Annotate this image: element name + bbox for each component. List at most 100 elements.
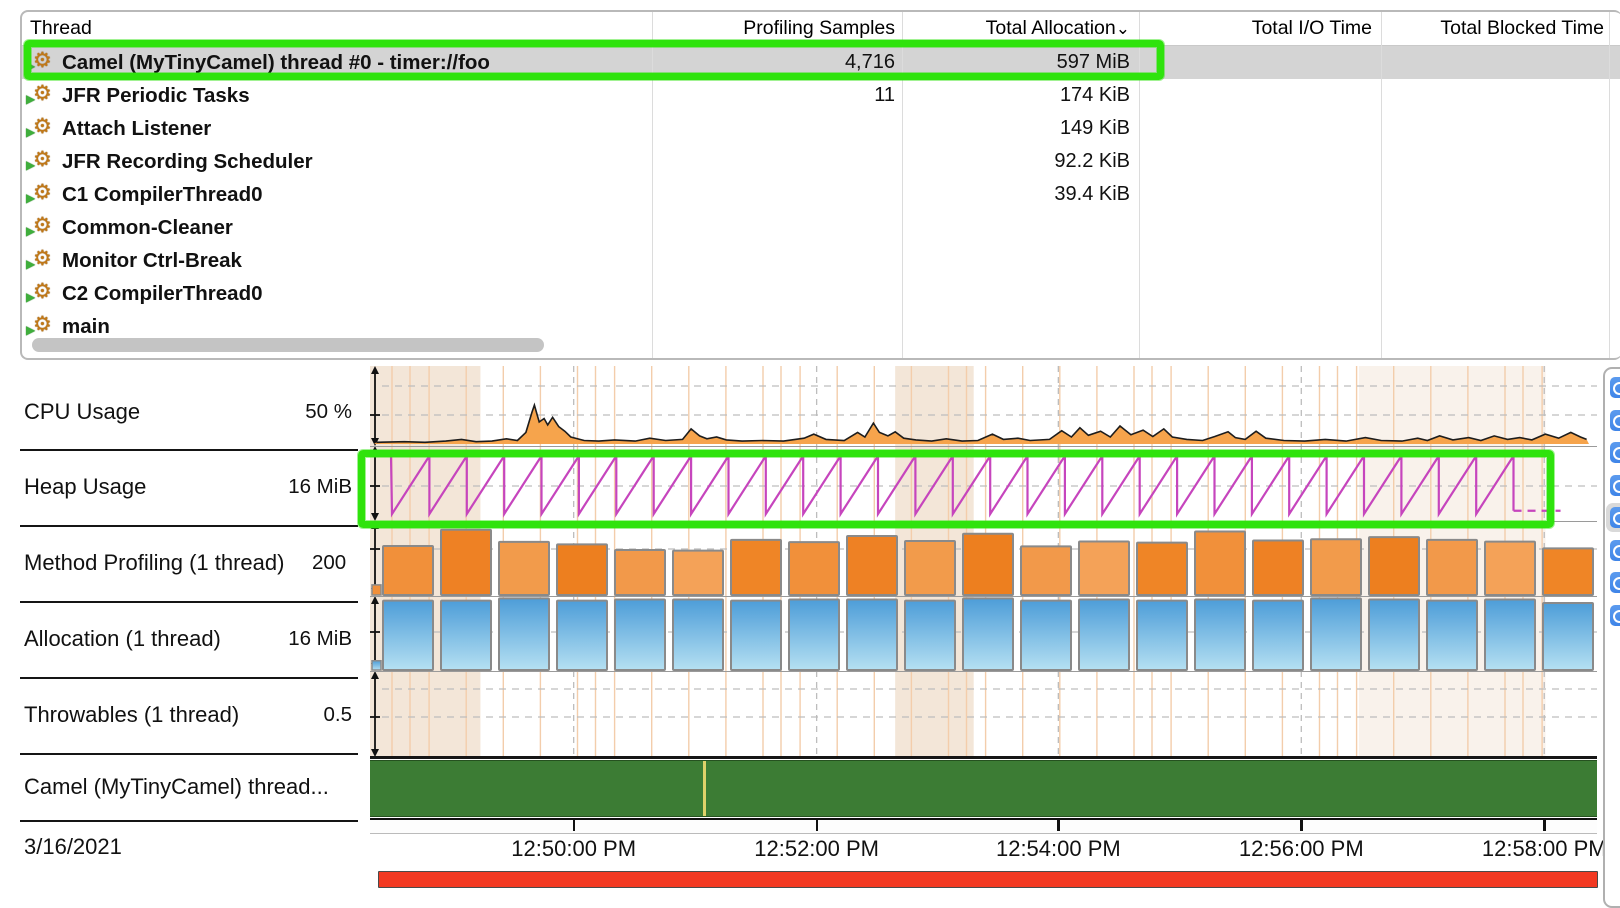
blocked-cell	[1304, 79, 1604, 112]
range-selector-bar[interactable]	[378, 871, 1598, 888]
chart-scale-label: 16 MiB	[288, 627, 352, 651]
thread-name: main	[62, 315, 110, 339]
thread-name: C2 CompilerThread0	[62, 282, 263, 306]
thread-event-marker	[703, 761, 706, 816]
blocked-cell	[1304, 46, 1604, 79]
gear-icon: ⚙	[33, 246, 52, 271]
time-axis-tick	[816, 820, 819, 831]
legend-button-icon	[1613, 447, 1620, 460]
legend-button[interactable]	[1610, 442, 1620, 463]
time-axis-tick	[1543, 820, 1546, 831]
time-axis-tick	[1300, 820, 1303, 831]
gear-icon: ⚙	[33, 213, 52, 238]
legend-button-icon	[1613, 512, 1620, 525]
thread-icon: ⚙▶	[30, 315, 54, 339]
horizontal-scrollbar[interactable]	[32, 338, 544, 352]
thread-name: Attach Listener	[62, 117, 211, 141]
thread-icon: ⚙▶	[30, 51, 54, 75]
thread-icon: ⚙▶	[30, 282, 54, 306]
thread-icon: ⚙▶	[30, 84, 54, 108]
thread-name: JFR Recording Scheduler	[62, 150, 313, 174]
column-header-label: Total Blocked Time	[1440, 17, 1604, 40]
thread-icon: ⚙▶	[30, 150, 54, 174]
thread-activity-bar[interactable]	[370, 760, 1597, 817]
legend-button[interactable]	[1610, 507, 1620, 528]
blocked-cell	[1304, 244, 1604, 277]
column-separator	[1139, 12, 1140, 358]
time-tick-label: 12:56:00 PM	[1239, 836, 1364, 862]
legend-button-icon	[1613, 577, 1620, 590]
thread-icon: ⚙▶	[30, 117, 54, 141]
chart-scale-label: 0.5	[324, 703, 353, 727]
column-separator	[1381, 12, 1382, 358]
legend-button-icon	[1613, 545, 1620, 558]
gear-icon: ⚙	[33, 81, 52, 106]
legend-button[interactable]	[1610, 475, 1620, 496]
chart-label-row-6: Camel (MyTinyCamel) thread...	[20, 753, 358, 822]
column-separator	[652, 12, 653, 358]
chart-label-row-2: Heap Usage16 MiB	[20, 449, 358, 527]
date-label: 3/16/2021	[24, 834, 122, 860]
chart-scale-label: 50 %	[305, 400, 352, 424]
running-state-icon: ▶	[26, 290, 35, 304]
chart-track-heap[interactable]	[370, 446, 1597, 521]
time-tick-label: 12:54:00 PM	[996, 836, 1121, 862]
column-separator	[1609, 12, 1610, 358]
chart-row-separator	[370, 446, 1597, 447]
time-axis-tick	[573, 820, 576, 831]
chart-label-row-4: Allocation (1 thread)16 MiB	[20, 601, 358, 679]
running-state-icon: ▶	[26, 59, 35, 73]
thread-name: Monitor Ctrl-Break	[62, 249, 242, 273]
thread-name-cell: ⚙▶ Attach Listener	[30, 112, 642, 145]
chart-row-label: Heap Usage	[24, 474, 146, 500]
column-header-thread[interactable]: Thread	[30, 12, 642, 45]
chart-row-label: CPU Usage	[24, 399, 140, 425]
time-axis	[370, 818, 1597, 834]
thread-name-cell: ⚙▶ Common-Cleaner	[30, 211, 642, 244]
legend-button-icon	[1613, 610, 1620, 623]
legend-button[interactable]	[1610, 572, 1620, 593]
chart-track-cpu[interactable]	[370, 366, 1597, 446]
thread-icon: ⚙▶	[30, 183, 54, 207]
legend-button[interactable]	[1610, 540, 1620, 561]
blocked-cell	[1304, 310, 1604, 343]
running-state-icon: ▶	[26, 158, 35, 172]
chart-track-throw[interactable]	[370, 671, 1597, 757]
jfr-profiler-view: ThreadProfiling SamplesTotal Allocation …	[0, 0, 1620, 904]
chart-row-label: Throwables (1 thread)	[24, 702, 239, 728]
chart-row-separator	[370, 521, 1597, 522]
gear-icon: ⚙	[33, 279, 52, 304]
blocked-cell	[1304, 178, 1604, 211]
thread-name-cell: ⚙▶C1 CompilerThread0	[30, 178, 642, 211]
legend-button[interactable]	[1610, 605, 1620, 626]
time-tick-label: 12:50:00 PM	[511, 836, 636, 862]
chart-row-separator	[370, 671, 1597, 672]
chart-label-row-5: Throwables (1 thread) 0.5	[20, 677, 358, 755]
chart-track-method[interactable]	[370, 521, 1597, 596]
thread-name-cell: ⚙▶JFR Periodic Tasks	[30, 79, 642, 112]
column-header-total-blocked-time[interactable]: Total Blocked Time	[1304, 12, 1604, 45]
legend-button[interactable]	[1610, 410, 1620, 431]
chart-row-label: Camel (MyTinyCamel) thread...	[24, 774, 329, 800]
blocked-cell	[1304, 112, 1604, 145]
time-tick-label: 12:52:00 PM	[754, 836, 879, 862]
blocked-cell	[1304, 277, 1604, 310]
chart-track-alloc[interactable]	[370, 596, 1597, 671]
running-state-icon: ▶	[26, 92, 35, 106]
time-axis-tick	[1057, 820, 1060, 831]
legend-button-icon	[1613, 415, 1620, 428]
gear-icon: ⚙	[33, 114, 52, 139]
thread-name: Common-Cleaner	[62, 216, 233, 240]
chart-toolbar-panel	[1603, 367, 1620, 908]
blocked-cell	[1304, 211, 1604, 244]
thread-track-separator	[370, 756, 1597, 759]
thread-name-cell: ⚙▶Camel (MyTinyCamel) thread #0 - timer:…	[30, 46, 642, 79]
gear-icon: ⚙	[33, 48, 52, 73]
thread-icon: ⚙▶	[30, 249, 54, 273]
legend-button[interactable]	[1610, 377, 1620, 398]
gear-icon: ⚙	[33, 180, 52, 205]
running-state-icon: ▶	[26, 323, 35, 337]
thread-icon: ⚙▶	[30, 216, 54, 240]
thread-name-cell: ⚙▶ JFR Recording Scheduler	[30, 145, 642, 178]
column-header-label: Thread	[30, 17, 92, 40]
